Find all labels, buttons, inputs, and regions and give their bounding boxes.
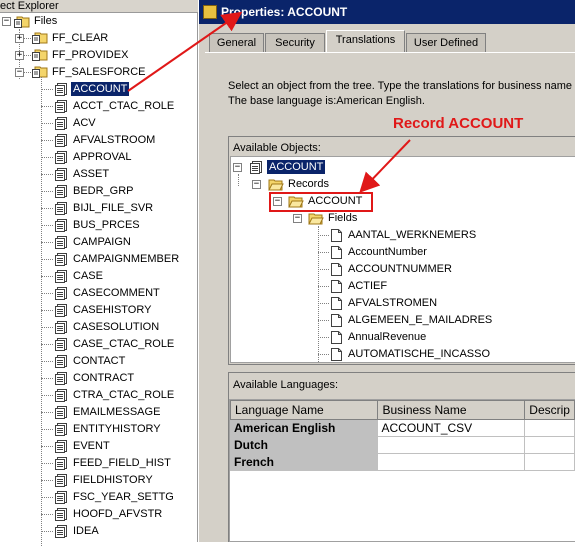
arrow-to-record (359, 139, 411, 193)
arrow-to-title (127, 11, 243, 92)
annotation-arrows (127, 11, 411, 193)
